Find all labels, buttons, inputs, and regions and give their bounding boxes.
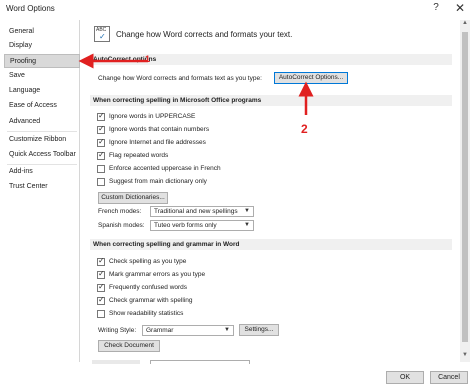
ignore-numbers-label: Ignore words that contain numbers (109, 126, 210, 133)
sidebar: General Display Proofing Save Language E… (4, 20, 80, 362)
sidebar-item-customize-ribbon[interactable]: Customize Ribbon (4, 133, 80, 147)
french-modes-label: French modes: (98, 208, 142, 215)
sidebar-item-general[interactable]: General (4, 25, 80, 39)
spanish-modes-label: Spanish modes: (98, 222, 145, 229)
annotation-number-1: 1 (145, 54, 151, 64)
scroll-down-icon[interactable]: ▼ (460, 352, 470, 362)
sidebar-item-trust-center[interactable]: Trust Center (4, 180, 80, 194)
enforce-accented-label: Enforce accented uppercase in French (109, 165, 221, 172)
french-modes-select[interactable]: Traditional and new spellings ▼ (150, 206, 254, 217)
spanish-modes-select[interactable]: Tuteo verb forms only ▼ (150, 220, 254, 231)
scrollbar-thumb[interactable] (462, 32, 468, 342)
check-grammar-label: Check grammar with spelling (109, 297, 193, 304)
readability-stats-checkbox[interactable] (97, 310, 105, 318)
sidebar-item-language[interactable]: Language (4, 84, 80, 98)
readability-stats-label: Show readability statistics (109, 310, 184, 317)
autocorrect-options-button[interactable]: AutoCorrect Options... (274, 72, 348, 84)
scroll-up-icon[interactable]: ▲ (460, 20, 470, 30)
sidebar-item-save[interactable]: Save (4, 69, 80, 83)
section-office-spelling-header: When correcting spelling in Microsoft Of… (90, 95, 452, 106)
enforce-accented-checkbox[interactable] (97, 165, 105, 173)
chevron-down-icon: ▼ (224, 327, 230, 333)
mark-grammar-label: Mark grammar errors as you type (109, 271, 206, 278)
flag-repeated-label: Flag repeated words (109, 152, 169, 159)
chevron-down-icon: ▼ (244, 208, 250, 214)
flag-repeated-checkbox[interactable] (97, 150, 105, 160)
main-dictionary-label: Suggest from main dictionary only (109, 178, 207, 185)
title-bar: Word Options ? ✕ (0, 0, 474, 20)
sidebar-item-add-ins[interactable]: Add-ins (4, 165, 80, 179)
autocorrect-description: Change how Word corrects and formats tex… (98, 75, 262, 82)
ignore-internet-label: Ignore Internet and file addresses (109, 139, 206, 146)
check-spelling-checkbox[interactable] (97, 256, 105, 266)
close-icon[interactable]: ✕ (452, 1, 468, 17)
settings-button[interactable]: Settings... (239, 324, 279, 336)
window-title: Word Options (6, 4, 55, 13)
sidebar-item-display[interactable]: Display (4, 39, 80, 53)
check-spelling-label: Check spelling as you type (109, 258, 187, 265)
vertical-scrollbar[interactable]: ▲ ▼ (460, 20, 470, 362)
proofing-panel: ABC ✓ Change how Word corrects and forma… (84, 20, 458, 362)
sidebar-divider (7, 131, 77, 132)
main-dictionary-checkbox[interactable] (97, 178, 105, 186)
ignore-numbers-checkbox[interactable] (97, 124, 105, 134)
proofing-abc-icon: ABC ✓ (94, 26, 110, 42)
check-document-button[interactable]: Check Document (98, 340, 160, 352)
cancel-button[interactable]: Cancel (430, 371, 468, 384)
confused-words-checkbox[interactable] (97, 282, 105, 292)
ignore-uppercase-checkbox[interactable] (97, 111, 105, 121)
sidebar-item-proofing[interactable]: Proofing (4, 54, 80, 68)
writing-style-select[interactable]: Grammar ▼ (142, 325, 234, 336)
check-grammar-checkbox[interactable] (97, 295, 105, 305)
custom-dictionaries-button[interactable]: Custom Dictionaries... (98, 192, 168, 204)
ignore-uppercase-label: Ignore words in UPPERCASE (109, 113, 196, 120)
mark-grammar-checkbox[interactable] (97, 269, 105, 279)
sidebar-item-ease-of-access[interactable]: Ease of Access (4, 99, 80, 113)
dialog-footer: OK Cancel (0, 364, 474, 387)
ignore-internet-checkbox[interactable] (97, 137, 105, 147)
chevron-down-icon: ▼ (244, 222, 250, 228)
writing-style-label: Writing Style: (98, 327, 137, 334)
sidebar-item-advanced[interactable]: Advanced (4, 115, 80, 129)
section-word-spelling-header: When correcting spelling and grammar in … (90, 239, 452, 250)
help-icon[interactable]: ? (429, 2, 443, 16)
sidebar-item-quick-access-toolbar[interactable]: Quick Access Toolbar (4, 148, 80, 162)
confused-words-label: Frequently confused words (109, 284, 188, 291)
ok-button[interactable]: OK (386, 371, 424, 384)
annotation-number-2: 2 (301, 122, 308, 136)
page-title: Change how Word corrects and formats you… (116, 30, 293, 39)
